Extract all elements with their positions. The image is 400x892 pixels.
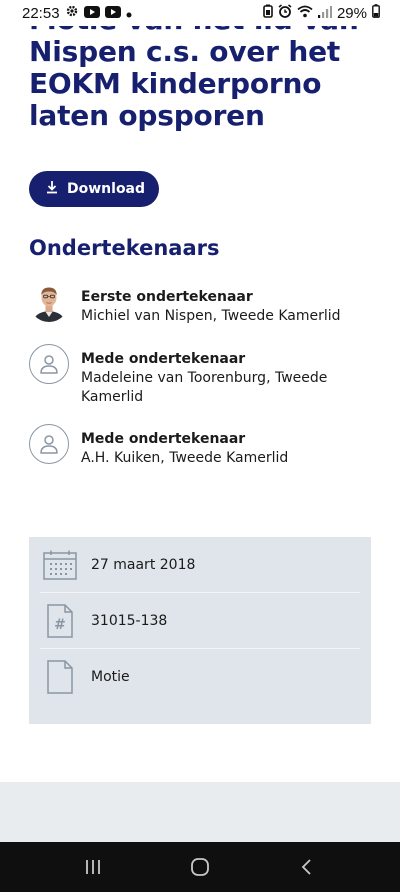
signer-item[interactable]: Mede ondertekenaar A.H. Kuiken, Tweede K…: [29, 424, 369, 468]
status-bar: 22:53 29%: [0, 0, 400, 26]
status-time: 22:53: [22, 4, 60, 22]
meta-date-row: 27 maart 2018: [40, 537, 360, 593]
signer-name: Madeleine van Toorenburg, Tweede Kamerli…: [81, 370, 328, 405]
download-label: Download: [67, 181, 146, 197]
battery-saver-icon: [263, 4, 273, 22]
battery-percentage: 29%: [336, 4, 367, 22]
signer-name: Michiel van Nispen, Tweede Kamerlid: [81, 308, 341, 324]
signer-item[interactable]: Eerste ondertekenaar Michiel van Nispen,…: [29, 282, 369, 326]
signers-heading: Ondertekenaars: [29, 236, 220, 260]
signer-item[interactable]: Mede ondertekenaar Madeleine van Toorenb…: [29, 344, 369, 407]
title-clip: Motie van het lid van Nispen c.s. over h…: [0, 26, 400, 146]
home-button[interactable]: [170, 847, 230, 887]
document-metadata: 27 maart 2018 # 31015-138 Motie: [29, 537, 371, 724]
download-button[interactable]: Download: [29, 171, 160, 207]
recent-apps-button[interactable]: [63, 847, 123, 887]
signer-role: Eerste ondertekenaar: [81, 289, 253, 305]
meta-type-row: Motie: [40, 649, 360, 705]
signer-name: A.H. Kuiken, Tweede Kamerlid: [81, 450, 289, 466]
signal-icon: [317, 5, 332, 22]
settings-icon: [65, 4, 79, 22]
meta-date: 27 maart 2018: [91, 556, 196, 573]
document-number-icon: #: [40, 603, 80, 638]
signer-photo: [29, 282, 69, 322]
meta-number: 31015-138: [91, 612, 168, 629]
wifi-icon: [297, 5, 313, 22]
youtube-icon: [104, 5, 121, 22]
meta-type: Motie: [91, 669, 130, 685]
system-nav-bar: [0, 842, 400, 892]
signer-role: Mede ondertekenaar: [81, 351, 246, 367]
document-icon: [40, 660, 80, 694]
svg-text:#: #: [54, 617, 66, 633]
calendar-icon: [40, 550, 80, 580]
person-icon: [29, 424, 69, 464]
back-button[interactable]: [277, 847, 337, 887]
notification-dot-icon: [126, 5, 132, 22]
meta-number-row: # 31015-138: [40, 593, 360, 649]
footer: [0, 782, 400, 842]
alarm-icon: [278, 4, 292, 22]
battery-icon: [372, 4, 380, 22]
signer-role: Mede ondertekenaar: [81, 431, 246, 447]
youtube-icon: [83, 5, 100, 22]
download-icon: [45, 180, 59, 198]
page-title: Motie van het lid van Nispen c.s. over h…: [29, 26, 359, 132]
person-icon: [29, 344, 69, 384]
